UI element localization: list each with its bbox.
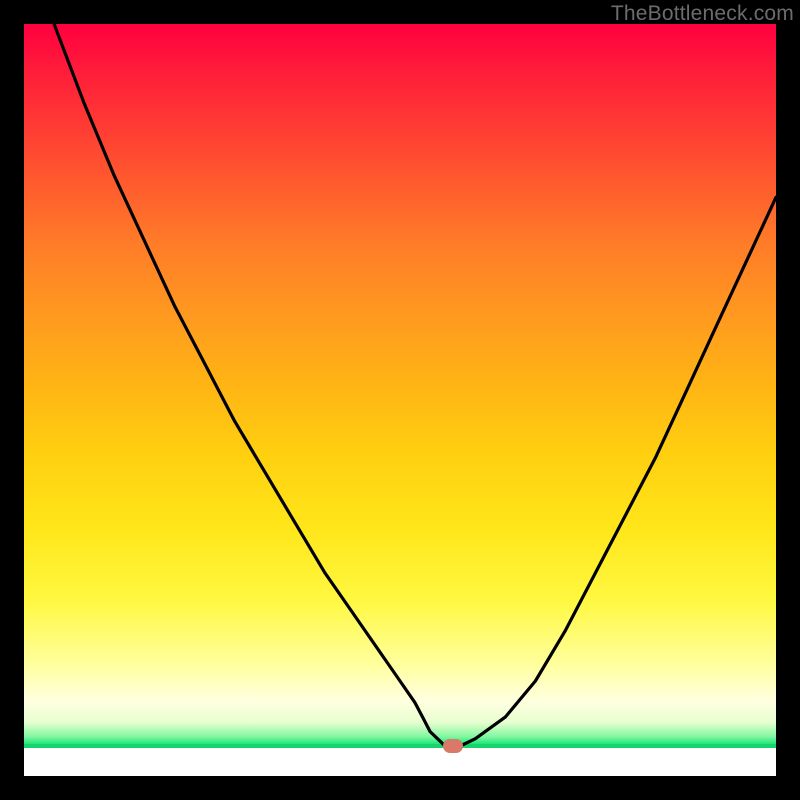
optimum-marker	[443, 739, 463, 753]
attribution-text: TheBottleneck.com	[611, 2, 794, 26]
chart-frame: TheBottleneck.com	[0, 0, 800, 800]
bottleneck-curve	[24, 24, 776, 776]
plot-area	[24, 24, 776, 776]
